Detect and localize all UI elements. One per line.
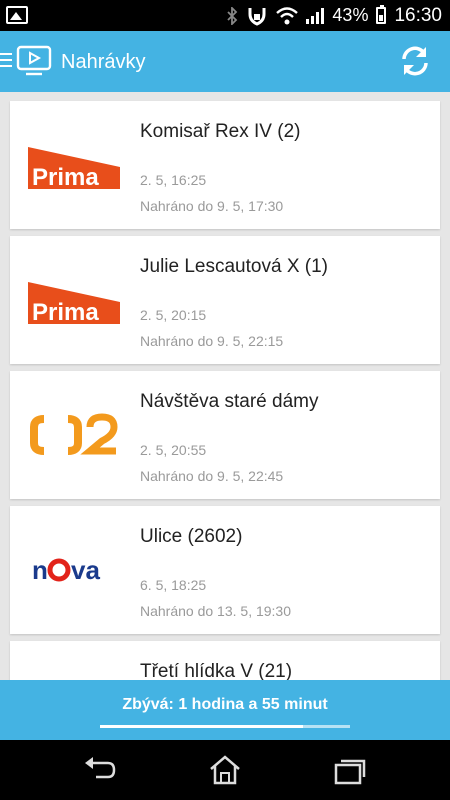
svg-text:n: n <box>32 555 48 585</box>
recorded-until: Nahráno do 13. 5, 19:30 <box>140 603 292 619</box>
svg-text:va: va <box>71 555 100 585</box>
recording-title: Ulice (2602) <box>140 526 243 547</box>
home-icon[interactable] <box>207 755 243 785</box>
recorded-until: Nahráno do 9. 5, 22:45 <box>140 468 284 484</box>
battery-icon <box>376 5 387 24</box>
navigation-bar <box>0 740 450 800</box>
recording-item[interactable]: Prima Julie Lescautová X (1) 2. 5, 20:15… <box>10 236 440 364</box>
remaining-progress <box>100 725 350 728</box>
status-time: 16:30 <box>394 4 442 26</box>
recents-icon[interactable] <box>332 755 368 785</box>
recording-title: Návštěva staré dámy <box>140 391 319 412</box>
remaining-time-bar: Zbývá: 1 hodina a 55 minut <box>0 680 450 740</box>
tv-play-icon[interactable] <box>16 45 52 77</box>
remaining-time-text: Zbývá: 1 hodina a 55 minut <box>122 696 328 713</box>
hamburger-icon[interactable] <box>0 53 12 67</box>
app-bar: Nahrávky <box>0 31 450 92</box>
nova-logo-icon: n va <box>32 555 100 585</box>
recording-item[interactable]: Prima Komisař Rex IV (2) 2. 5, 16:25 Nah… <box>10 101 440 229</box>
recording-item[interactable]: Třetí hlídka V (21) <box>10 641 440 680</box>
wifi-icon <box>276 6 299 24</box>
recording-time: 2. 5, 16:25 <box>140 172 207 188</box>
recording-time: 2. 5, 20:15 <box>140 307 207 323</box>
prima-logo-icon: Prima <box>28 147 120 189</box>
status-bar: 43% 16:30 <box>0 0 450 31</box>
battery-percent: 43% <box>332 5 369 25</box>
lock-icon <box>248 7 266 26</box>
prima-logo-icon: Prima <box>28 282 120 324</box>
recordings-list[interactable]: Prima Komisař Rex IV (2) 2. 5, 16:25 Nah… <box>0 92 450 680</box>
recorded-until: Nahráno do 9. 5, 17:30 <box>140 198 284 214</box>
channel-logo-text: Prima <box>32 299 99 324</box>
ct2-logo-icon <box>30 413 118 455</box>
refresh-icon[interactable] <box>398 44 432 78</box>
recording-item[interactable]: Návštěva staré dámy 2. 5, 20:55 Nahráno … <box>10 371 440 499</box>
recording-title: Třetí hlídka V (21) <box>140 661 293 680</box>
channel-logo-text: Prima <box>32 164 99 189</box>
status-right: 43% 16:30 <box>226 0 442 31</box>
recorded-until: Nahráno do 9. 5, 22:15 <box>140 333 284 349</box>
recording-title: Komisař Rex IV (2) <box>140 121 301 142</box>
recording-time: 6. 5, 18:25 <box>140 577 207 593</box>
back-icon[interactable] <box>82 755 118 785</box>
bluetooth-icon <box>227 6 238 25</box>
signal-icon <box>306 7 325 24</box>
gallery-icon <box>6 6 28 24</box>
page-title: Nahrávky <box>61 51 146 73</box>
recording-title: Julie Lescautová X (1) <box>140 256 328 277</box>
recording-item[interactable]: n va Ulice (2602) 6. 5, 18:25 Nahráno do… <box>10 506 440 634</box>
recording-time: 2. 5, 20:55 <box>140 442 207 458</box>
